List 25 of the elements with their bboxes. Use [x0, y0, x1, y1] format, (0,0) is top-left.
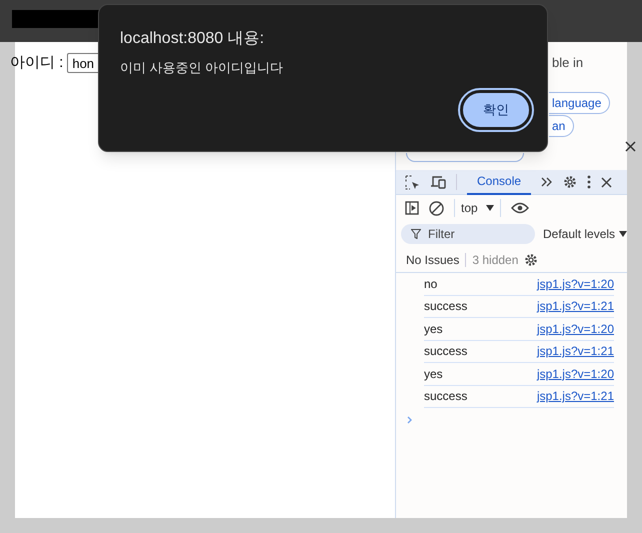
source-link[interactable]: jsp1.js?v=1:21 [536, 387, 614, 406]
issues-text: No Issues [406, 252, 460, 268]
context-select[interactable]: top [454, 199, 501, 217]
log-message: yes [424, 320, 443, 338]
log-message: no [424, 276, 438, 293]
levels-dropdown[interactable]: Default levels [543, 225, 628, 243]
id-label: 아이디 : [10, 53, 64, 73]
source-link[interactable]: jsp1.js?v=1:20 [536, 320, 614, 338]
dialog-title: localhost:8080 내용: [120, 29, 264, 49]
translate-button[interactable]: an [549, 115, 574, 137]
source-link[interactable]: jsp1.js?v=1:20 [536, 364, 614, 383]
translate-button[interactable]: language [549, 92, 610, 114]
source-link[interactable]: jsp1.js?v=1:21 [536, 342, 614, 360]
log-message: success [424, 388, 468, 406]
translate-text: ble in [552, 54, 584, 72]
log-message: success [424, 343, 468, 360]
log-message: success [424, 298, 468, 316]
hidden-count: 3 hidden [472, 252, 518, 268]
source-link[interactable]: jsp1.js?v=1:21 [536, 297, 614, 316]
log-message: yes [424, 366, 443, 383]
filter-field[interactable]: Filter [401, 224, 535, 244]
source-link[interactable]: jsp1.js?v=1:20 [536, 274, 614, 293]
console-tab[interactable]: Console [467, 170, 532, 194]
dialog-message: 이미 사용중인 아이디입니다 [120, 59, 284, 77]
ok-button[interactable]: 확인 [461, 91, 531, 129]
